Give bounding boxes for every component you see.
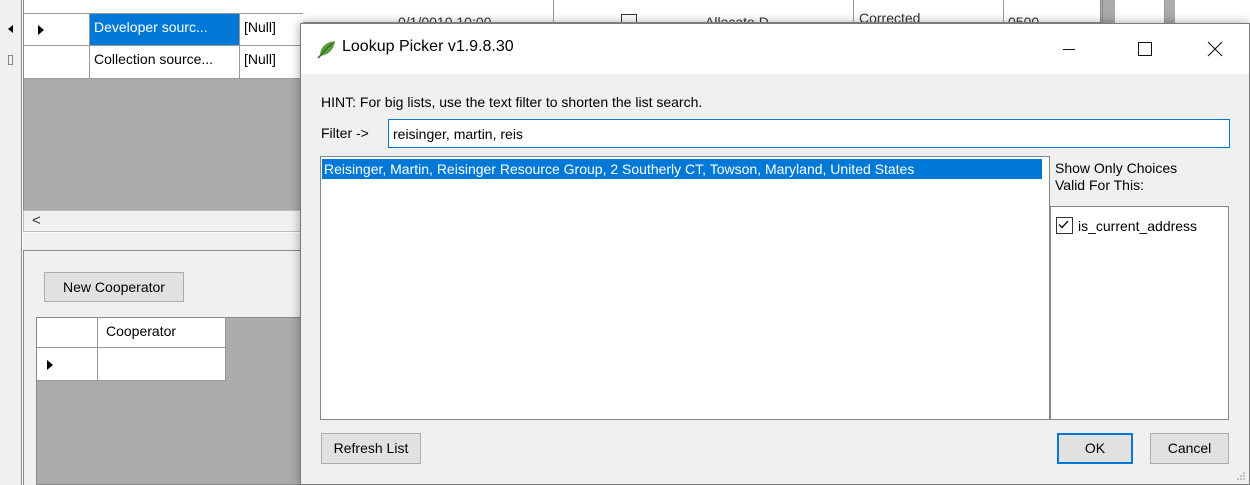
- valid-option-label: is_current_address: [1078, 217, 1198, 234]
- table-cell-date[interactable]: 0/1/0010 10:00: [398, 14, 491, 22]
- top-grid-header-strip: [24, 0, 304, 14]
- table-cell-fragment-b[interactable]: [1175, 0, 1250, 23]
- ok-button[interactable]: OK: [1057, 433, 1133, 464]
- column-header-cooperator[interactable]: Cooperator: [98, 318, 226, 348]
- close-icon: [1207, 41, 1223, 57]
- table-cell-status[interactable]: Corrected: [859, 10, 920, 22]
- valid-option-item[interactable]: is_current_address: [1056, 217, 1197, 234]
- left-edge-marker: [8, 55, 13, 65]
- scroll-left-arrow-icon[interactable]: <: [32, 212, 41, 229]
- cancel-button[interactable]: Cancel: [1150, 433, 1229, 464]
- valid-choices-label-line2: Valid For This:: [1055, 177, 1144, 193]
- valid-option-checkbox[interactable]: [1056, 217, 1073, 234]
- maximize-icon: [1138, 42, 1152, 56]
- cooperator-panel: New Cooperator Cooperator: [23, 251, 304, 485]
- table-cell-code[interactable]: 0500: [1008, 14, 1039, 22]
- valid-choices-label: Show Only Choices Valid For This:: [1055, 160, 1177, 194]
- close-button[interactable]: [1187, 24, 1243, 74]
- filter-label: Filter ->: [321, 125, 369, 141]
- row-header[interactable]: [24, 14, 90, 46]
- column-divider: [553, 0, 554, 22]
- top-grid-row-continuation: 0/1/0010 10:00 Allocate D... Corrected 0…: [303, 0, 1100, 23]
- cooperator-grid: Cooperator: [36, 317, 304, 485]
- column-divider: [853, 0, 854, 22]
- table-cell-source[interactable]: Developer sourc...: [90, 14, 240, 46]
- title-bar[interactable]: Lookup Picker v1.9.8.30: [301, 24, 1249, 74]
- row-header[interactable]: [24, 46, 90, 79]
- new-cooperator-button[interactable]: New Cooperator: [44, 272, 184, 302]
- results-list[interactable]: Reisinger, Martin, Reisinger Resource Gr…: [320, 156, 1050, 420]
- table-checkbox[interactable]: [621, 14, 637, 22]
- minimize-icon: [1063, 49, 1075, 50]
- cooperator-cell[interactable]: [98, 348, 226, 381]
- left-edge-arrow-icon[interactable]: [8, 25, 13, 33]
- minimize-button[interactable]: [1041, 24, 1097, 74]
- dialog-title: Lookup Picker v1.9.8.30: [342, 38, 514, 55]
- current-row-indicator-icon: [47, 360, 53, 370]
- splitter[interactable]: [23, 233, 303, 251]
- top-grid-hscrollbar[interactable]: <: [23, 210, 303, 232]
- current-row-indicator-icon: [38, 25, 44, 35]
- valid-choices-list[interactable]: is_current_address: [1050, 206, 1229, 420]
- hint-text: HINT: For big lists, use the text filter…: [321, 94, 703, 110]
- row-header[interactable]: [37, 348, 98, 381]
- maximize-button[interactable]: [1117, 24, 1173, 74]
- table-cell-allocate[interactable]: Allocate D...: [705, 14, 780, 22]
- lookup-picker-dialog: Lookup Picker v1.9.8.30 HINT: For big li…: [300, 23, 1250, 485]
- list-item[interactable]: Reisinger, Martin, Reisinger Resource Gr…: [322, 159, 1042, 179]
- table-cell-null[interactable]: [Null]: [240, 14, 304, 46]
- filter-input[interactable]: [388, 119, 1230, 148]
- table-cell-source[interactable]: Collection source...: [90, 46, 240, 79]
- table-cell-fragment-a[interactable]: [1115, 0, 1165, 23]
- checkmark-icon: [1058, 220, 1069, 229]
- valid-choices-label-line1: Show Only Choices: [1055, 160, 1178, 176]
- column-divider: [1003, 0, 1004, 22]
- refresh-list-button[interactable]: Refresh List: [321, 433, 421, 464]
- leaf-icon: [317, 41, 335, 59]
- table-cell-null[interactable]: [Null]: [240, 46, 304, 79]
- left-window-edge: [0, 0, 22, 485]
- top-grid: Developer sourc... [Null] Collection sou…: [23, 0, 304, 210]
- resize-grip-icon[interactable]: [1236, 471, 1246, 481]
- grid-corner-cell: [37, 318, 98, 348]
